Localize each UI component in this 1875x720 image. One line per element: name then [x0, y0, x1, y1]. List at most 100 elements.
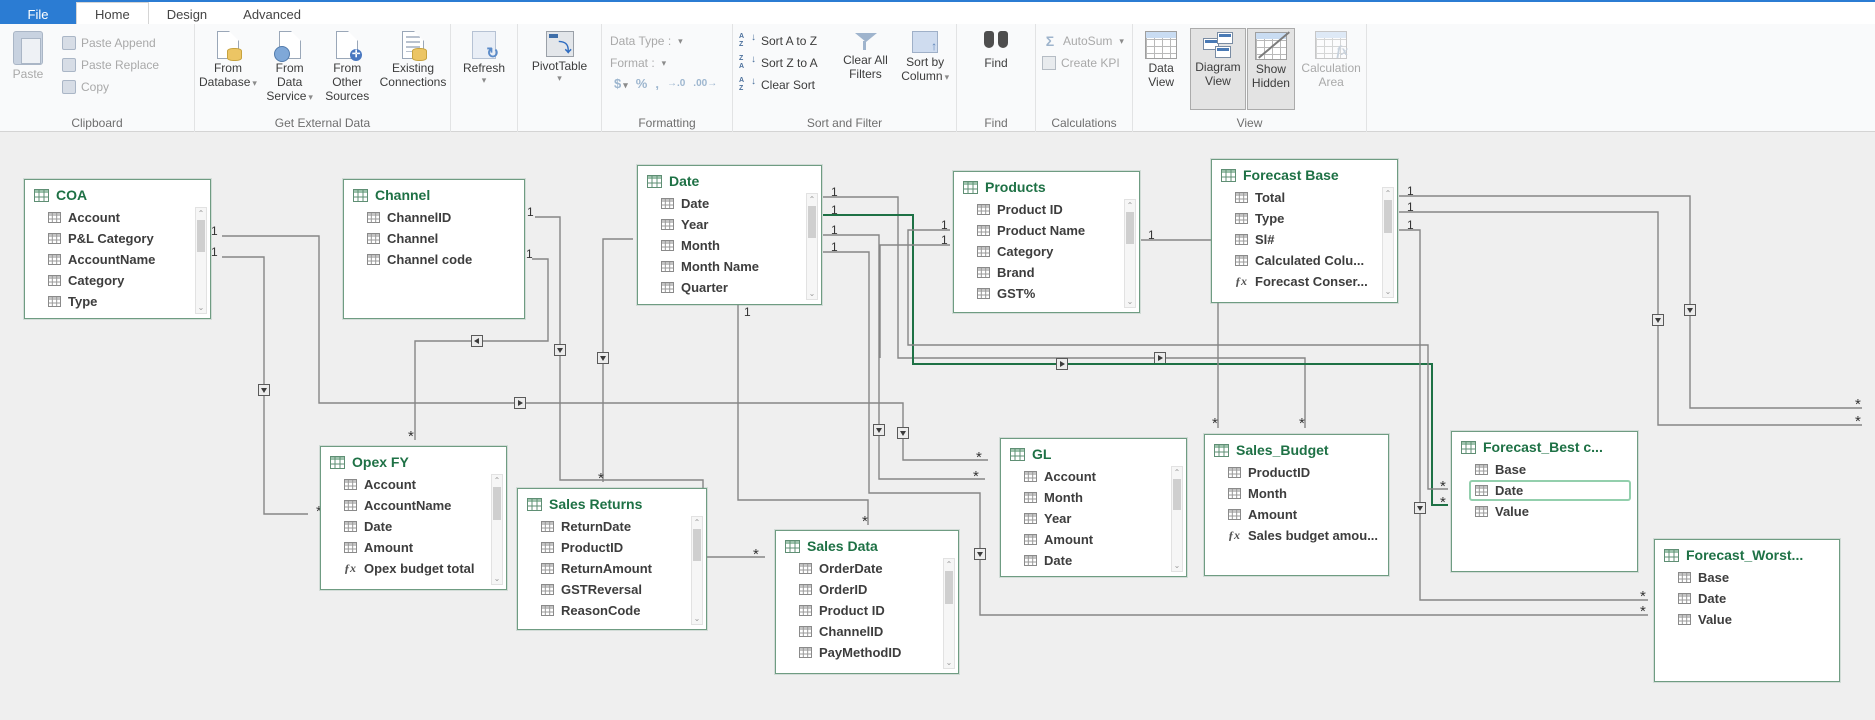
field-row-base[interactable]: Base: [1655, 567, 1839, 588]
field-row-gstreversal[interactable]: GSTReversal: [518, 579, 706, 600]
tab-advanced[interactable]: Advanced: [225, 2, 319, 24]
table-box-sales-data[interactable]: Sales DataOrderDateOrderIDProduct IDChan…: [775, 530, 959, 674]
field-row-forecast-conser[interactable]: ƒxForecast Conser...: [1212, 271, 1397, 292]
scroll-up-icon[interactable]: ⌃: [1383, 189, 1393, 198]
scroll-up-icon[interactable]: ⌃: [492, 476, 502, 485]
scroll-up-icon[interactable]: ⌃: [196, 209, 206, 218]
table-title[interactable]: Products: [954, 172, 1139, 199]
table-box-sales-budget[interactable]: Sales_BudgetProductIDMonthAmountƒxSales …: [1204, 434, 1389, 576]
show-hidden-button[interactable]: Show Hidden: [1247, 28, 1296, 110]
scroll-down-icon[interactable]: ⌄: [1172, 561, 1182, 570]
relationship-line[interactable]: [1399, 212, 1862, 425]
percent-icon[interactable]: %: [632, 76, 652, 91]
table-box-channel[interactable]: ChannelChannelIDChannelChannel code: [343, 179, 525, 319]
table-box-coa[interactable]: COAAccountP&L CategoryAccountNameCategor…: [24, 179, 211, 319]
scroll-down-icon[interactable]: ⌄: [492, 574, 502, 583]
decrease-decimal-icon[interactable]: .00→: [689, 78, 721, 89]
find-button[interactable]: Find: [979, 28, 1013, 110]
scroll-down-icon[interactable]: ⌄: [807, 289, 817, 298]
field-row-product-id[interactable]: Product ID: [776, 600, 958, 621]
field-row-total[interactable]: Total: [1212, 187, 1397, 208]
field-row-p-l-category[interactable]: P&L Category: [25, 228, 210, 249]
field-row-accountname[interactable]: AccountName: [321, 495, 506, 516]
table-box-forecast-best-c[interactable]: Forecast_Best c...BaseDateValue: [1451, 431, 1638, 572]
field-row-value[interactable]: Value: [1452, 501, 1637, 522]
field-row-account[interactable]: Account: [25, 207, 210, 228]
scrollbar-thumb[interactable]: [693, 529, 701, 561]
table-box-forecast-worst[interactable]: Forecast_Worst...BaseDateValue: [1654, 539, 1840, 682]
scroll-up-icon[interactable]: ⌃: [944, 560, 954, 569]
table-scrollbar[interactable]: ⌃⌄: [1124, 199, 1136, 308]
table-title[interactable]: Sales Returns: [518, 489, 706, 516]
table-title[interactable]: Date: [638, 166, 821, 193]
table-title[interactable]: Opex FY: [321, 447, 506, 474]
scrollbar-thumb[interactable]: [808, 206, 816, 238]
field-row-sales-budget-amou[interactable]: ƒxSales budget amou...: [1205, 525, 1388, 546]
scroll-up-icon[interactable]: ⌃: [1172, 468, 1182, 477]
table-box-date[interactable]: DateDateYearMonthMonth NameQuarter⌃⌄: [637, 165, 822, 305]
field-row-type[interactable]: Type: [1212, 208, 1397, 229]
table-box-forecast-base[interactable]: Forecast BaseTotalTypeSl#Calculated Colu…: [1211, 159, 1398, 303]
table-title[interactable]: Forecast_Best c...: [1452, 432, 1637, 459]
table-title[interactable]: COA: [25, 180, 210, 207]
table-scrollbar[interactable]: ⌃⌄: [1171, 466, 1183, 572]
field-row-account[interactable]: Account: [1001, 466, 1186, 487]
scrollbar-thumb[interactable]: [493, 487, 501, 520]
table-title[interactable]: Forecast Base: [1212, 160, 1397, 187]
field-row-date[interactable]: Date: [1655, 588, 1839, 609]
tab-design[interactable]: Design: [149, 2, 225, 24]
from-database-button[interactable]: From Database: [195, 28, 261, 110]
sort-z-to-a-button[interactable]: ZA Sort Z to A: [733, 52, 837, 74]
pivottable-button[interactable]: PivotTable ▾: [528, 28, 591, 110]
field-row-opex-budget-total[interactable]: ƒxOpex budget total: [321, 558, 506, 579]
table-title[interactable]: Sales_Budget: [1205, 435, 1388, 462]
field-row-returndate[interactable]: ReturnDate: [518, 516, 706, 537]
relationship-line[interactable]: [880, 245, 950, 358]
scrollbar-thumb[interactable]: [1173, 479, 1181, 510]
scroll-down-icon[interactable]: ⌄: [1383, 287, 1393, 296]
clear-all-filters-button[interactable]: Clear All Filters: [837, 28, 895, 110]
field-row-product-id[interactable]: Product ID: [954, 199, 1139, 220]
field-row-date[interactable]: Date: [1001, 550, 1186, 571]
field-row-value[interactable]: Value: [1655, 609, 1839, 630]
relationship-line[interactable]: [1141, 240, 1218, 428]
field-row-productid[interactable]: ProductID: [518, 537, 706, 558]
tab-home[interactable]: Home: [76, 2, 149, 24]
table-box-sales-returns[interactable]: Sales ReturnsReturnDateProductIDReturnAm…: [517, 488, 707, 630]
scroll-down-icon[interactable]: ⌄: [1125, 297, 1135, 306]
calculation-area-button[interactable]: Calculation Area: [1296, 28, 1366, 110]
relationship-line[interactable]: [738, 303, 868, 525]
field-row-channel-code[interactable]: Channel code: [344, 249, 524, 270]
table-box-gl[interactable]: GLAccountMonthYearAmountDate⌃⌄: [1000, 438, 1187, 577]
table-scrollbar[interactable]: ⌃⌄: [943, 558, 955, 669]
scrollbar-thumb[interactable]: [945, 571, 953, 604]
scroll-down-icon[interactable]: ⌄: [944, 658, 954, 667]
paste-button[interactable]: Paste: [0, 28, 56, 110]
diagram-view-canvas[interactable]: 1*1*1*1*1*1*1*1*1*1*1*11*1*1*1* COAAccou…: [0, 132, 1875, 720]
field-row-year[interactable]: Year: [638, 214, 821, 235]
field-row-amount[interactable]: Amount: [1001, 529, 1186, 550]
field-row-month[interactable]: Month: [1205, 483, 1388, 504]
field-row-category[interactable]: Category: [25, 270, 210, 291]
autosum-button[interactable]: Σ AutoSum: [1036, 30, 1132, 52]
field-row-orderid[interactable]: OrderID: [776, 579, 958, 600]
currency-icon[interactable]: $: [610, 76, 632, 91]
field-row-returnamount[interactable]: ReturnAmount: [518, 558, 706, 579]
field-row-date[interactable]: Date: [1469, 480, 1631, 501]
comma-icon[interactable]: ,: [651, 76, 663, 91]
dropdown-arrow-icon[interactable]: ▾: [482, 76, 487, 84]
data-view-button[interactable]: Data View: [1133, 28, 1189, 110]
field-row-account[interactable]: Account: [321, 474, 506, 495]
table-box-products[interactable]: ProductsProduct IDProduct NameCategoryBr…: [953, 171, 1140, 313]
scroll-up-icon[interactable]: ⌃: [692, 518, 702, 527]
from-data-service-button[interactable]: From Data Service: [261, 28, 319, 110]
field-row-month[interactable]: Month: [1001, 487, 1186, 508]
table-scrollbar[interactable]: ⌃⌄: [691, 516, 703, 625]
dropdown-arrow-icon[interactable]: ▾: [557, 74, 562, 82]
existing-connections-button[interactable]: Existing Connections: [376, 28, 450, 110]
field-row-channelid[interactable]: ChannelID: [776, 621, 958, 642]
sort-a-to-z-button[interactable]: AZ Sort A to Z: [733, 30, 837, 52]
data-type-dropdown[interactable]: Data Type :: [610, 30, 724, 52]
relationship-line[interactable]: [1399, 196, 1862, 408]
field-row-amount[interactable]: Amount: [1205, 504, 1388, 525]
